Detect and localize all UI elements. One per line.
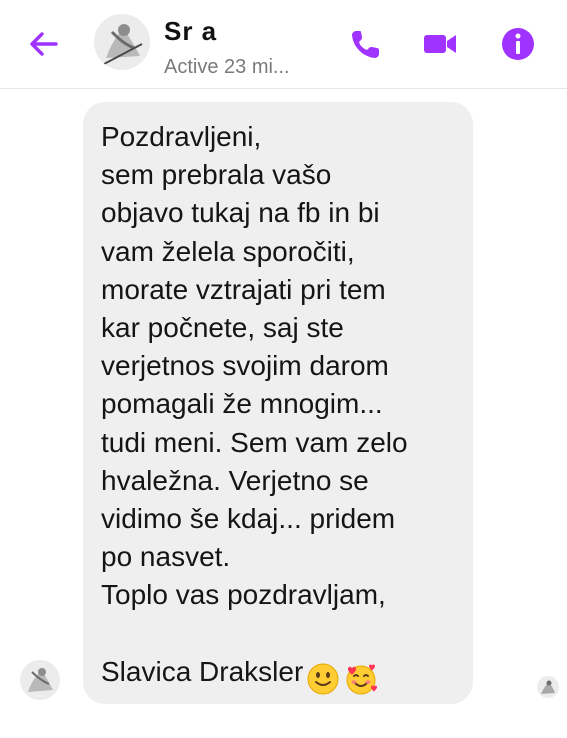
video-camera-icon[interactable] (422, 26, 458, 62)
contact-avatar[interactable] (94, 14, 150, 70)
slightly-smiling-face-emoji (307, 663, 339, 695)
seen-indicator-avatar (537, 676, 559, 698)
active-status: Active 23 mi... (164, 56, 290, 78)
contact-name[interactable]: Sr a (164, 16, 217, 47)
message-body: Pozdravljeni, sem prebrala vašo objavo t… (101, 121, 408, 687)
back-arrow-icon[interactable] (26, 26, 62, 62)
avatar-image (94, 14, 150, 70)
conversation-header: Sr a Active 23 mi... (0, 0, 567, 89)
seen-avatar-image (537, 676, 559, 698)
message-bubble[interactable]: Pozdravljeni, sem prebrala vašo objavo t… (83, 102, 473, 704)
message-text: Pozdravljeni, sem prebrala vašo objavo t… (101, 118, 463, 697)
phone-icon[interactable] (348, 26, 384, 62)
sender-avatar[interactable] (20, 660, 60, 700)
smiling-face-with-hearts-emoji (346, 664, 378, 695)
emoji-group (307, 659, 383, 697)
sender-avatar-image (20, 660, 60, 700)
info-icon[interactable] (500, 26, 536, 62)
